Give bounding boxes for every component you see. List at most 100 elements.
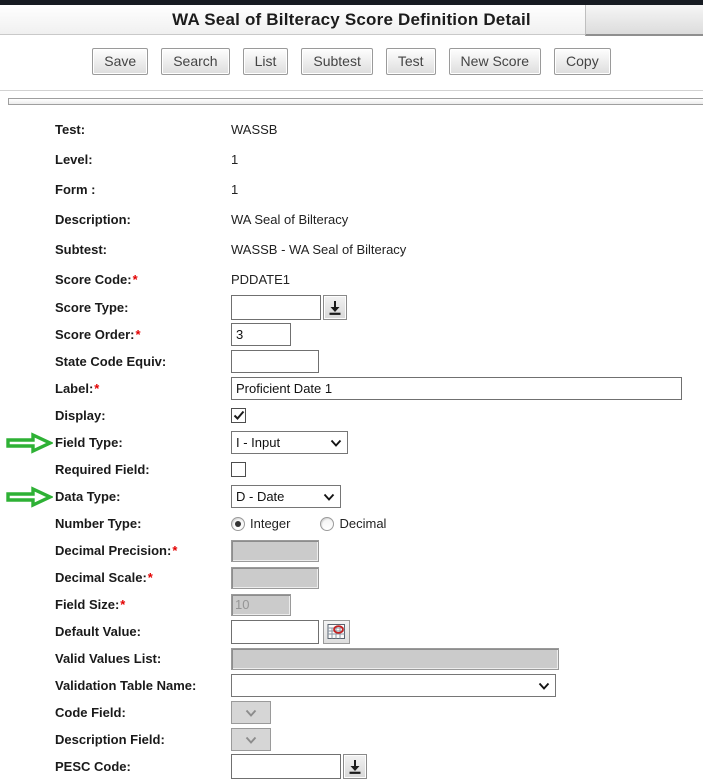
label-number-type: Number Type: [55, 516, 231, 531]
value-form: 1 [231, 182, 238, 197]
control-default-value [231, 620, 350, 644]
score-type-lookup-button[interactable] [323, 295, 347, 320]
new-score-button[interactable]: New Score [449, 48, 541, 75]
row-data-type: Data Type:D - Date [55, 483, 703, 510]
value-description: WA Seal of Bilteracy [231, 212, 348, 227]
number-type-radio-integer[interactable] [231, 517, 245, 531]
row-form: Form :1 [55, 174, 703, 204]
list-button[interactable]: List [243, 48, 289, 75]
validation-table-name-select[interactable] [231, 674, 556, 697]
control-display [231, 408, 246, 423]
label-field-size: Field Size:* [55, 597, 231, 612]
label-test: Test: [55, 122, 231, 137]
control-state-code-equiv [231, 350, 319, 373]
label-state-code-equiv: State Code Equiv: [55, 354, 231, 369]
number-type-option-0: Integer [231, 516, 290, 531]
label-subtest: Subtest: [55, 242, 231, 257]
control-description: WA Seal of Bilteracy [231, 212, 348, 227]
control-level: 1 [231, 152, 238, 167]
required-marker: * [148, 570, 153, 585]
chevron-down-icon [323, 493, 335, 501]
code-field-select [231, 701, 271, 724]
row-description-field: Description Field: [55, 726, 703, 753]
score-order-input[interactable] [231, 323, 291, 346]
control-valid-values-list [231, 648, 559, 670]
toolbar: Save Search List Subtest Test New Score Copy [0, 48, 703, 75]
pesc-code-lookup-button[interactable] [343, 754, 367, 779]
green-arrow-icon [5, 486, 53, 508]
pesc-code-input[interactable] [231, 754, 341, 779]
divider-bar [8, 98, 703, 105]
row-decimal-scale: Decimal Scale:* [55, 564, 703, 591]
copy-button[interactable]: Copy [554, 48, 611, 75]
number-type-option-1: Decimal [320, 516, 386, 531]
decimal-precision-disabled-input [231, 540, 319, 562]
state-code-equiv-input[interactable] [231, 350, 319, 373]
row-required-field: Required Field: [55, 456, 703, 483]
row-field-size: Field Size:*10 [55, 591, 703, 618]
label-display: Display: [55, 408, 231, 423]
field-type-selected-value: I - Input [236, 435, 280, 450]
row-default-value: Default Value: [55, 618, 703, 645]
control-score-type [231, 295, 347, 320]
label-decimal-precision: Decimal Precision:* [55, 543, 231, 558]
value-score-code: PDDATE1 [231, 272, 290, 287]
row-description: Description:WA Seal of Bilteracy [55, 204, 703, 234]
value-test: WASSB [231, 122, 277, 137]
label-data-type: Data Type: [55, 489, 231, 504]
label-decimal-scale: Decimal Scale:* [55, 570, 231, 585]
default-value-input[interactable] [231, 620, 319, 644]
label-description-field: Description Field: [55, 732, 231, 747]
row-validation-table-name: Validation Table Name: [55, 672, 703, 699]
test-button[interactable]: Test [386, 48, 436, 75]
row-display: Display: [55, 402, 703, 429]
label-score-code: Score Code:* [55, 272, 231, 287]
value-subtest: WASSB - WA Seal of Bilteracy [231, 242, 406, 257]
data-type-select[interactable]: D - Date [231, 485, 341, 508]
label-field-type: Field Type: [55, 435, 231, 450]
chevron-down-icon [245, 709, 257, 717]
chevron-down-icon [330, 439, 342, 447]
required-marker: * [94, 381, 99, 396]
label-score-type: Score Type: [55, 300, 231, 315]
required-field-checkbox[interactable] [231, 462, 246, 477]
search-button[interactable]: Search [161, 48, 229, 75]
divider-line [0, 90, 703, 91]
control-required-field [231, 462, 246, 477]
label-label: Label:* [55, 381, 231, 396]
lookup-arrow-icon [328, 300, 342, 316]
control-decimal-precision [231, 540, 319, 562]
score-type-input[interactable] [231, 295, 321, 320]
label-default-value: Default Value: [55, 624, 231, 639]
form: Test:WASSBLevel:1Form :1Description:WA S… [0, 105, 703, 780]
required-marker: * [133, 272, 138, 287]
green-arrow-annotation [5, 432, 53, 454]
row-state-code-equiv: State Code Equiv: [55, 348, 703, 375]
subtest-button[interactable]: Subtest [301, 48, 372, 75]
row-level: Level:1 [55, 144, 703, 174]
control-score-order [231, 323, 291, 346]
label-score-order: Score Order:* [55, 327, 231, 342]
control-decimal-scale [231, 567, 319, 589]
label-validation-table-name: Validation Table Name: [55, 678, 231, 693]
row-pesc-code: PESC Code: [55, 753, 703, 780]
label-level: Level: [55, 152, 231, 167]
control-data-type: D - Date [231, 485, 341, 508]
number-type-option-label: Integer [250, 516, 290, 531]
number-type-radio-decimal[interactable] [320, 517, 334, 531]
field-size-disabled-input: 10 [231, 594, 291, 616]
row-field-type: Field Type: I - Input [55, 429, 703, 456]
row-subtest: Subtest:WASSB - WA Seal of Bilteracy [55, 234, 703, 264]
display-checkbox[interactable] [231, 408, 246, 423]
page-title: WA Seal of Bilteracy Score Definition De… [0, 5, 703, 34]
field-type-select[interactable]: I - Input [231, 431, 348, 454]
row-score-type: Score Type: [55, 294, 703, 321]
control-number-type: Integer Decimal [231, 516, 416, 531]
row-number-type: Number Type: Integer Decimal [55, 510, 703, 537]
control-score-code: PDDATE1 [231, 272, 290, 287]
label-input[interactable] [231, 377, 682, 400]
row-score-code: Score Code:*PDDATE1 [55, 264, 703, 294]
default-value-calendar-button[interactable] [323, 620, 350, 644]
control-label [231, 377, 682, 400]
save-button[interactable]: Save [92, 48, 148, 75]
